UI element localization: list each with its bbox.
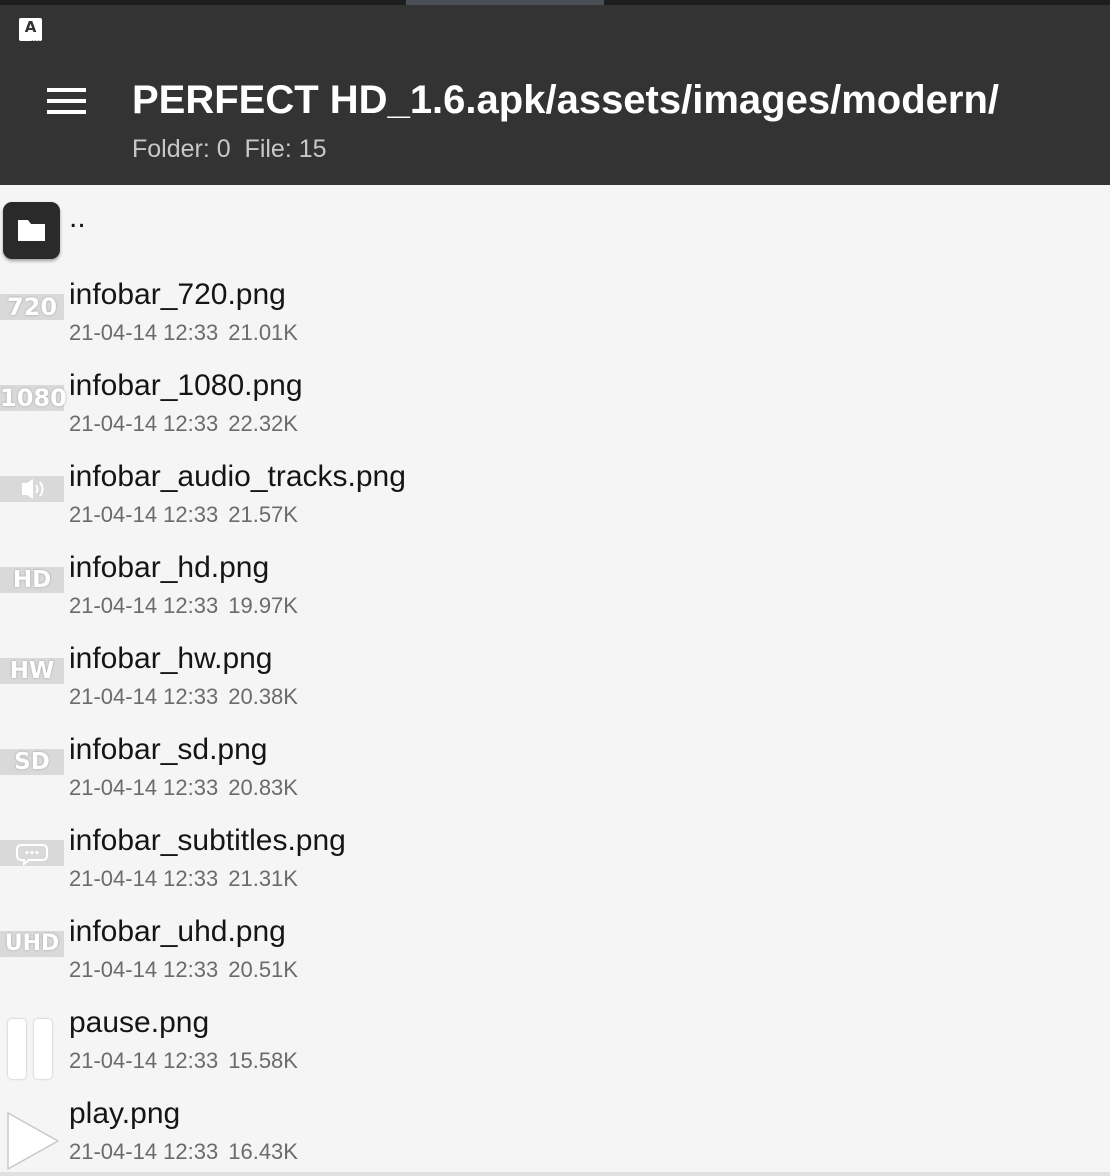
file-meta: 21-04-14 12:33 16.43K [69, 1139, 298, 1165]
app-notification-letter: A [24, 18, 37, 36]
file-meta: 21-04-14 12:33 22.32K [69, 411, 298, 437]
file-name: infobar_audio_tracks.png [69, 460, 406, 493]
file-name: infobar_uhd.png [69, 915, 286, 948]
file-meta: 21-04-14 12:33 21.57K [69, 502, 298, 528]
file-size: 20.38K [228, 684, 298, 709]
file-size: 21.01K [228, 320, 298, 345]
file-date: 21-04-14 12:33 [69, 957, 219, 982]
file-row[interactable]: infobar_subtitles.png 21-04-14 12:33 21.3… [0, 822, 1110, 913]
file-name: pause.png [69, 1006, 210, 1039]
file-size: 20.51K [228, 957, 298, 982]
parent-directory-label: .. [69, 201, 86, 234]
file-thumbnail: HW [0, 658, 64, 684]
file-date: 21-04-14 12:33 [69, 593, 219, 618]
file-thumbnail: 720 [0, 294, 64, 320]
play-icon [2, 1109, 62, 1172]
speaker-icon [0, 476, 64, 502]
file-row[interactable]: UHD infobar_uhd.png 21-04-14 12:33 20.51K [0, 913, 1110, 1004]
file-row[interactable]: HW infobar_hw.png 21-04-14 12:33 20.38K [0, 640, 1110, 731]
file-date: 21-04-14 12:33 [69, 775, 219, 800]
file-size: 21.31K [228, 866, 298, 891]
file-row[interactable]: 1080 infobar_1080.png 21-04-14 12:33 22.3… [0, 367, 1110, 458]
file-meta: 21-04-14 12:33 19.97K [69, 593, 298, 619]
folder-file-count: Folder: 0 File: 15 [132, 135, 327, 163]
file-date: 21-04-14 12:33 [69, 684, 219, 709]
file-row[interactable]: play.png 21-04-14 12:33 16.43K [0, 1095, 1110, 1172]
file-size: 21.57K [228, 502, 298, 527]
file-name: infobar_hd.png [69, 551, 270, 584]
file-date: 21-04-14 12:33 [69, 1048, 219, 1073]
file-row[interactable]: infobar_audio_tracks.png 21-04-14 12:33 2… [0, 458, 1110, 549]
file-date: 21-04-14 12:33 [69, 866, 219, 891]
file-date: 21-04-14 12:33 [69, 1139, 219, 1164]
app-notification-icon: A ... [19, 18, 42, 44]
file-date: 21-04-14 12:33 [69, 502, 219, 527]
file-row[interactable]: 720 infobar_720.png 21-04-14 12:33 21.01K [0, 276, 1110, 367]
file-size: 19.97K [228, 593, 298, 618]
app-bar: A ... PERFECT HD_1.6.apk/assets/images/m… [0, 0, 1110, 185]
file-name: infobar_subtitles.png [69, 824, 346, 857]
file-row[interactable]: pause.png 21-04-14 12:33 15.58K [0, 1004, 1110, 1095]
file-row[interactable]: SD infobar_sd.png 21-04-14 12:33 20.83K [0, 731, 1110, 822]
file-thumbnail: HD [0, 567, 64, 593]
file-date: 21-04-14 12:33 [69, 320, 219, 345]
top-edge-highlight [406, 0, 604, 5]
file-meta: 21-04-14 12:33 20.51K [69, 957, 298, 983]
file-size: 20.83K [228, 775, 298, 800]
parent-directory-row[interactable]: .. [0, 185, 1110, 275]
file-thumbnail: SD [0, 749, 64, 775]
file-thumbnail: UHD [0, 931, 64, 957]
file-name: infobar_hw.png [69, 642, 273, 675]
file-size: 16.43K [228, 1139, 298, 1164]
file-name: infobar_1080.png [69, 369, 303, 402]
file-size: 15.58K [228, 1048, 298, 1073]
file-thumbnail: 1080 [0, 384, 67, 412]
folder-icon [3, 202, 60, 259]
file-meta: 21-04-14 12:33 20.38K [69, 684, 298, 710]
file-list: .. 720 infobar_720.png 21-04-14 12:33 21.… [0, 185, 1110, 1172]
file-meta: 21-04-14 12:33 21.31K [69, 866, 298, 892]
file-meta: 21-04-14 12:33 15.58K [69, 1048, 298, 1074]
file-date: 21-04-14 12:33 [69, 411, 219, 436]
file-name: infobar_720.png [69, 278, 286, 311]
page-title: PERFECT HD_1.6.apk/assets/images/modern/ [132, 78, 999, 122]
file-row[interactable]: HD infobar_hd.png 21-04-14 12:33 19.97K [0, 549, 1110, 640]
bottom-edge [0, 1172, 1110, 1176]
file-name: play.png [69, 1097, 181, 1130]
pause-icon [6, 1019, 56, 1081]
speech-bubble-icon [0, 840, 64, 867]
hamburger-menu-icon[interactable] [38, 80, 94, 124]
file-name: infobar_sd.png [69, 733, 268, 766]
file-size: 22.32K [228, 411, 298, 436]
file-meta: 21-04-14 12:33 21.01K [69, 320, 298, 346]
file-meta: 21-04-14 12:33 20.83K [69, 775, 298, 801]
